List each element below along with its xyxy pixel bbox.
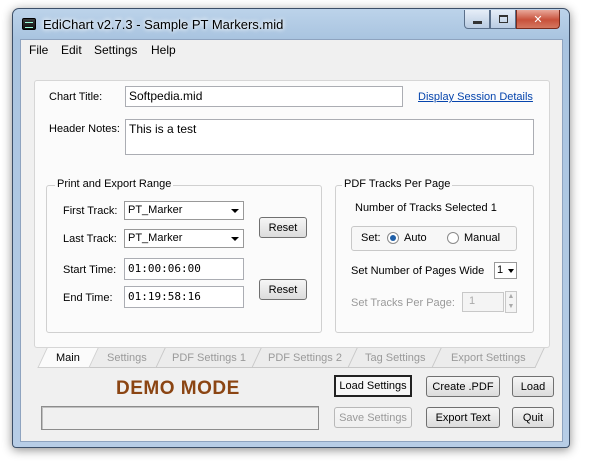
reset-times-button[interactable]: Reset <box>259 279 307 300</box>
title-bar[interactable]: EdiChart v2.7.3 - Sample PT Markers.mid … <box>13 9 569 39</box>
save-settings-button[interactable]: Save Settings <box>334 407 412 428</box>
app-window: EdiChart v2.7.3 - Sample PT Markers.mid … <box>12 8 570 448</box>
chevron-down-icon <box>231 237 239 241</box>
window-title: EdiChart v2.7.3 - Sample PT Markers.mid <box>43 17 284 32</box>
first-track-label: First Track: <box>63 205 118 217</box>
menu-file[interactable]: File <box>29 43 48 57</box>
print-export-range-title: Print and Export Range <box>55 178 174 190</box>
pages-wide-label: Set Number of Pages Wide <box>351 265 485 277</box>
maximize-icon <box>498 15 508 23</box>
last-track-label: Last Track: <box>63 233 117 245</box>
demo-mode-label: DEMO MODE <box>116 378 240 399</box>
chart-title-label: Chart Title: <box>49 91 103 103</box>
tab-tag-settings[interactable]: Tag Settings <box>347 348 443 368</box>
reset-tracks-button[interactable]: Reset <box>259 217 307 238</box>
last-track-select[interactable]: PT_Marker <box>124 229 244 248</box>
menu-settings[interactable]: Settings <box>94 43 137 57</box>
chart-title-input[interactable]: Softpedia.mid <box>125 86 403 107</box>
spin-up-icon[interactable]: ▲ <box>506 292 516 302</box>
first-track-value: PT_Marker <box>128 204 183 216</box>
pdf-tracks-title: PDF Tracks Per Page <box>342 178 453 190</box>
display-session-details-link[interactable]: Display Session Details <box>418 91 533 103</box>
quit-button[interactable]: Quit <box>512 407 554 428</box>
create-pdf-button[interactable]: Create .PDF <box>426 376 500 397</box>
tracks-per-page-label: Set Tracks Per Page: <box>351 297 455 309</box>
header-notes-textarea[interactable]: This is a test <box>125 119 534 155</box>
tracks-per-page-spinner[interactable]: ▲ ▼ <box>505 291 517 313</box>
maximize-button[interactable] <box>490 10 516 29</box>
load-button[interactable]: Load <box>512 376 554 397</box>
start-time-input[interactable]: 01:00:06:00 <box>124 258 244 280</box>
client-area: File Edit Settings Help Chart Title: Sof… <box>20 39 563 442</box>
tab-settings[interactable]: Settings <box>87 348 167 368</box>
menu-edit[interactable]: Edit <box>61 43 82 57</box>
chevron-down-icon <box>231 209 239 213</box>
start-time-label: Start Time: <box>63 264 117 276</box>
chevron-down-icon <box>508 269 514 273</box>
auto-radio[interactable] <box>387 232 399 244</box>
pages-wide-value: 1 <box>497 264 504 276</box>
manual-radio[interactable] <box>447 232 459 244</box>
close-icon: ✕ <box>533 13 543 26</box>
minimize-icon <box>472 20 482 24</box>
spin-down-icon[interactable]: ▼ <box>506 302 516 312</box>
load-settings-button[interactable]: Load Settings <box>334 375 412 397</box>
menu-bar: File Edit Settings Help <box>21 40 562 60</box>
first-track-select[interactable]: PT_Marker <box>124 201 244 220</box>
tab-export-settings[interactable]: Export Settings <box>431 348 545 368</box>
app-icon <box>22 18 36 30</box>
minimize-button[interactable] <box>464 10 490 29</box>
end-time-label: End Time: <box>63 292 113 304</box>
pages-wide-select[interactable]: 1 <box>494 262 517 279</box>
end-time-input[interactable]: 01:19:58:16 <box>124 286 244 308</box>
set-label: Set: <box>361 232 381 244</box>
auto-radio-label[interactable]: Auto <box>404 232 427 244</box>
export-text-button[interactable]: Export Text <box>426 407 500 428</box>
menu-help[interactable]: Help <box>151 43 176 57</box>
tab-pdf-settings-2[interactable]: PDF Settings 2 <box>251 348 359 368</box>
tab-pdf-settings-1[interactable]: PDF Settings 1 <box>155 348 263 368</box>
tracks-selected-text: Number of Tracks Selected 1 <box>355 202 497 214</box>
main-panel: Chart Title: Softpedia.mid Display Sessi… <box>34 80 550 348</box>
last-track-value: PT_Marker <box>128 232 183 244</box>
manual-radio-label[interactable]: Manual <box>464 232 500 244</box>
tracks-per-page-input[interactable]: 1 <box>462 292 504 312</box>
close-button[interactable]: ✕ <box>516 10 560 29</box>
tab-strip: Main Settings PDF Settings 1 PDF Setting… <box>34 348 550 368</box>
header-notes-label: Header Notes: <box>49 123 120 135</box>
status-bar <box>41 406 319 430</box>
tab-main[interactable]: Main <box>37 348 99 368</box>
